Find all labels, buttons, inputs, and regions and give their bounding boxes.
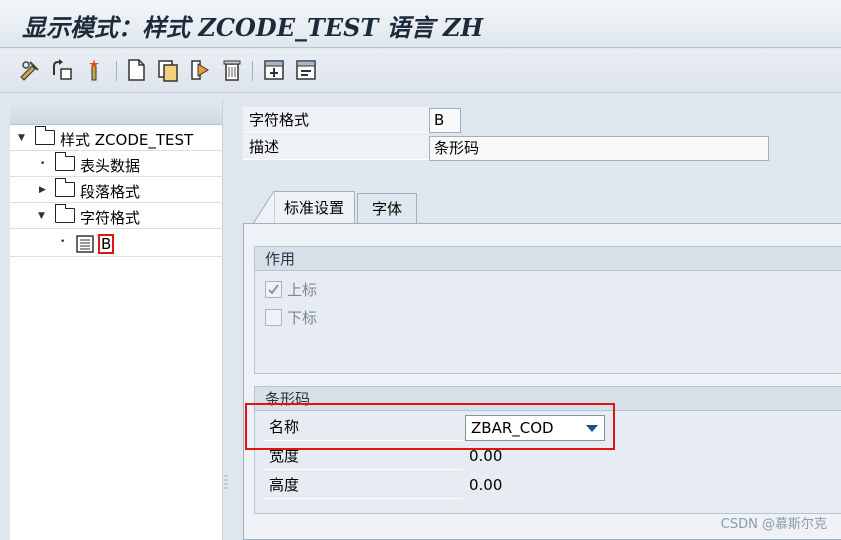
tab-bevel — [253, 191, 275, 224]
tree-header — [10, 100, 222, 125]
barcode-width-label: 宽度 — [263, 442, 463, 470]
toolbar-separator — [116, 61, 117, 81]
tree-node-label: 字符格式 — [80, 209, 141, 227]
activate-icon[interactable] — [50, 58, 74, 82]
tree-node-leaf-b[interactable]: • B — [10, 231, 223, 257]
barcode-name-dropdown[interactable]: ZBAR_COD — [465, 415, 605, 441]
folder-icon — [55, 152, 75, 171]
barcode-height-value: 0.00 — [469, 476, 503, 494]
tree-node-header-data[interactable]: • 表头数据 — [10, 152, 223, 177]
wand-icon[interactable] — [82, 58, 106, 82]
superscript-label: 上标 — [287, 281, 318, 299]
expanded-arrow-icon[interactable]: ▼ — [18, 133, 25, 143]
collapsed-arrow-icon[interactable]: ▶ — [39, 185, 46, 195]
tree-node-root[interactable]: ▼ 样式 ZCODE_TEST — [10, 126, 223, 151]
barcode-width-value: 0.00 — [469, 447, 503, 465]
check-icon[interactable] — [188, 58, 212, 82]
char-format-field[interactable]: B — [429, 108, 461, 133]
new-doc-icon[interactable] — [124, 58, 148, 82]
toolbar-separator — [252, 61, 253, 81]
open-folder-icon — [35, 126, 55, 145]
display-change-icon[interactable] — [18, 58, 42, 82]
barcode-name-value: ZBAR_COD — [471, 419, 554, 437]
bullet-icon: • — [60, 237, 66, 247]
barcode-name-label: 名称 — [263, 413, 463, 441]
subscript-checkbox[interactable] — [265, 309, 282, 326]
tree-node-character-formats[interactable]: ▼ 字符格式 — [10, 204, 223, 229]
dropdown-arrow-icon[interactable] — [586, 425, 598, 432]
group-effect-title: 作用 — [255, 247, 841, 271]
description-label: 描述 — [243, 134, 429, 160]
delete-icon[interactable] — [220, 58, 244, 82]
tree-node-label: 样式 ZCODE_TEST — [60, 131, 194, 149]
group-barcode: 条形码 名称 ZBAR_COD 宽度 0.00 高度 0.00 — [254, 386, 841, 514]
checkmark-icon — [268, 284, 279, 295]
tree-node-label: 表头数据 — [80, 157, 141, 175]
format-doc-icon — [76, 235, 94, 253]
title-bar: 显示模式：样式 ZCODE_TEST 语言 ZH — [0, 0, 841, 48]
superscript-checkbox[interactable] — [265, 281, 282, 298]
group-barcode-title: 条形码 — [255, 387, 841, 411]
group-effect: 作用 上标 下标 — [254, 246, 841, 374]
subscript-label: 下标 — [287, 309, 318, 327]
expand-icon[interactable] — [262, 58, 286, 82]
tree-node-label-selected: B — [98, 234, 115, 254]
copy-icon[interactable] — [156, 58, 180, 82]
folder-icon — [55, 178, 75, 197]
char-format-label: 字符格式 — [243, 107, 429, 133]
watermark-text: CSDN @慕斯尔克 — [720, 517, 827, 532]
tree-pane: ▼ 样式 ZCODE_TEST • 表头数据 ▶ 段落格式 ▼ 字符格式 • B — [10, 100, 223, 540]
bullet-icon: • — [40, 159, 46, 169]
tree-node-label: 段落格式 — [80, 183, 141, 201]
open-folder-icon — [55, 204, 75, 223]
window-title: 显示模式：样式 ZCODE_TEST 语言 ZH — [22, 13, 484, 42]
tab-panel-standard: 作用 上标 下标 条形码 名称 ZBAR_COD 宽度 0.00 高度 0.00 — [243, 223, 841, 540]
main-content: 字符格式 B 描述 条形码 标准设置 字体 作用 上标 下标 条形码 名称 ZB… — [229, 93, 841, 540]
tab-standard-settings[interactable]: 标准设置 — [273, 191, 355, 223]
application-toolbar — [0, 49, 841, 93]
collapse-icon[interactable] — [294, 58, 318, 82]
expanded-arrow-icon[interactable]: ▼ — [38, 211, 45, 221]
description-field[interactable]: 条形码 — [429, 136, 769, 161]
barcode-height-label: 高度 — [263, 471, 463, 499]
tree-node-paragraph-formats[interactable]: ▶ 段落格式 — [10, 178, 223, 203]
tab-font[interactable]: 字体 — [357, 193, 417, 223]
